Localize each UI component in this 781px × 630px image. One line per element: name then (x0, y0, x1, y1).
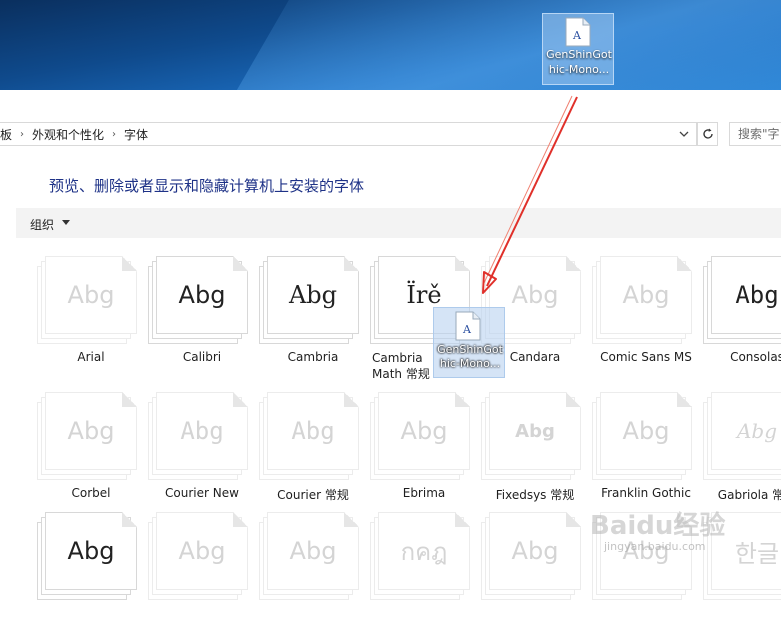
font-sample-text: Abg (735, 281, 779, 309)
font-sample-text: Abg (289, 537, 337, 565)
font-tile[interactable]: Abg Cambria (257, 254, 369, 374)
font-tile[interactable]: Abg Calibri (146, 254, 258, 374)
font-file-icon: Abg (257, 510, 369, 600)
font-file-icon: Abg (701, 254, 781, 344)
font-tile[interactable]: Abg (35, 510, 147, 630)
organize-button[interactable]: 组织 (30, 216, 54, 233)
font-sample-text: Abg (178, 537, 226, 565)
font-tile[interactable]: Abg Ebrima (368, 390, 480, 510)
font-file-icon: Abg (35, 510, 147, 600)
font-sample-text: Abg (400, 417, 448, 445)
font-name-label: Gabriola 常规 (717, 488, 781, 502)
font-file-icon: Abg (35, 390, 147, 480)
breadcrumb-item[interactable]: 字体 (124, 126, 148, 143)
font-file-icon: Abg (146, 510, 258, 600)
font-tile[interactable]: Abg Courier 常规 (257, 390, 369, 510)
desktop-file-label: GenShinGothic-Mono... (546, 48, 612, 76)
font-file-icon: Abg (479, 390, 591, 480)
font-file-icon: Abg (590, 254, 702, 344)
font-file-icon: Abg (590, 390, 702, 480)
search-input[interactable]: 搜索"字 (729, 122, 781, 146)
font-name-label: Cambria (287, 350, 339, 364)
font-file-icon: Abg (257, 390, 369, 480)
font-sample-text: Abg (511, 537, 559, 565)
watermark-url: jingyan.baidu.com (604, 540, 706, 553)
chevron-down-icon[interactable] (678, 127, 690, 141)
font-name-label: Courier 常规 (277, 488, 349, 502)
font-tile[interactable]: Abg Corbel (35, 390, 147, 510)
desktop-font-file[interactable]: A GenShinGothic-Mono... (542, 13, 614, 85)
font-sample-text: Abg (67, 537, 115, 565)
font-sample-text: Abg (178, 281, 226, 309)
font-file-icon: Abg (35, 254, 147, 344)
font-sample-text: Abg (291, 417, 335, 445)
font-sample-text: Abg (622, 417, 670, 445)
font-file-icon: A (455, 311, 481, 341)
chevron-right-icon: › (20, 128, 25, 140)
font-name-label: Cambria Math 常规 (372, 351, 430, 381)
font-name-label: Ebrima (402, 486, 446, 500)
chevron-right-icon: › (112, 128, 117, 140)
font-sample-text: Abg (515, 420, 555, 442)
font-sample-text: กคฎ (400, 537, 448, 566)
font-tile[interactable]: Abg (479, 510, 591, 630)
refresh-icon (702, 128, 713, 139)
font-name-label: Calibri (182, 350, 222, 364)
font-tile[interactable]: Abg (257, 510, 369, 630)
font-tile[interactable]: Abg Courier New (146, 390, 258, 510)
font-name-label: Consolas (730, 350, 781, 364)
font-tile[interactable]: Abg Comic Sans MS (590, 254, 702, 374)
font-tile[interactable]: Abg Gabriola 常规 (701, 390, 781, 510)
watermark-logo: Baidu经验 (590, 511, 726, 541)
font-file-icon: Abg (368, 390, 480, 480)
breadcrumb-item[interactable]: 外观和个性化 (32, 126, 104, 143)
svg-text:A: A (462, 323, 472, 336)
caret-down-icon (62, 220, 70, 225)
font-tile[interactable]: Abg Consolas (701, 254, 781, 374)
font-file-icon: Abg (146, 254, 258, 344)
font-file-icon: กคฎ (368, 510, 480, 600)
desktop-wallpaper: A GenShinGothic-Mono... (0, 0, 781, 90)
font-sample-text: Abg (288, 281, 338, 309)
font-name-label: Franklin Gothic (601, 486, 691, 500)
font-tile[interactable]: Abg (146, 510, 258, 630)
font-tile[interactable]: Abg Arial (35, 254, 147, 374)
font-tile[interactable]: กคฎ (368, 510, 480, 630)
font-sample-text: Abg (622, 281, 670, 309)
font-sample-text: Abg (67, 417, 115, 445)
refresh-button[interactable] (697, 122, 718, 146)
font-file-icon: Abg (479, 510, 591, 600)
font-sample-text: Abg (67, 281, 115, 309)
svg-text:A: A (572, 29, 582, 42)
font-name-label: Corbel (71, 486, 111, 500)
font-sample-text: Abg (180, 417, 224, 445)
font-file-icon: A (565, 17, 591, 47)
font-name-label: Fixedsys 常规 (495, 488, 575, 502)
drag-ghost-label: GenShinGothic-Mono... (437, 343, 503, 370)
breadcrumb-item[interactable]: 板 (0, 126, 12, 143)
command-bar: 组织 (16, 208, 781, 238)
drag-ghost-font-file: A GenShinGothic-Mono... (433, 307, 505, 378)
font-sample-text: Abg (736, 419, 778, 443)
font-name-label: Arial (77, 350, 105, 364)
font-tile[interactable]: Abg Franklin Gothic (590, 390, 702, 510)
address-bar[interactable]: 板 › 外观和个性化 › 字体 (0, 122, 697, 146)
font-file-icon: Abg (701, 390, 781, 480)
font-file-icon: Abg (146, 390, 258, 480)
font-file-icon: Abg (257, 254, 369, 344)
page-heading: 预览、删除或者显示和隐藏计算机上安装的字体 (49, 177, 365, 195)
font-name-label: Comic Sans MS (600, 350, 692, 364)
font-name-label: Courier New (165, 486, 239, 500)
font-tile[interactable]: Abg Fixedsys 常规 (479, 390, 591, 510)
